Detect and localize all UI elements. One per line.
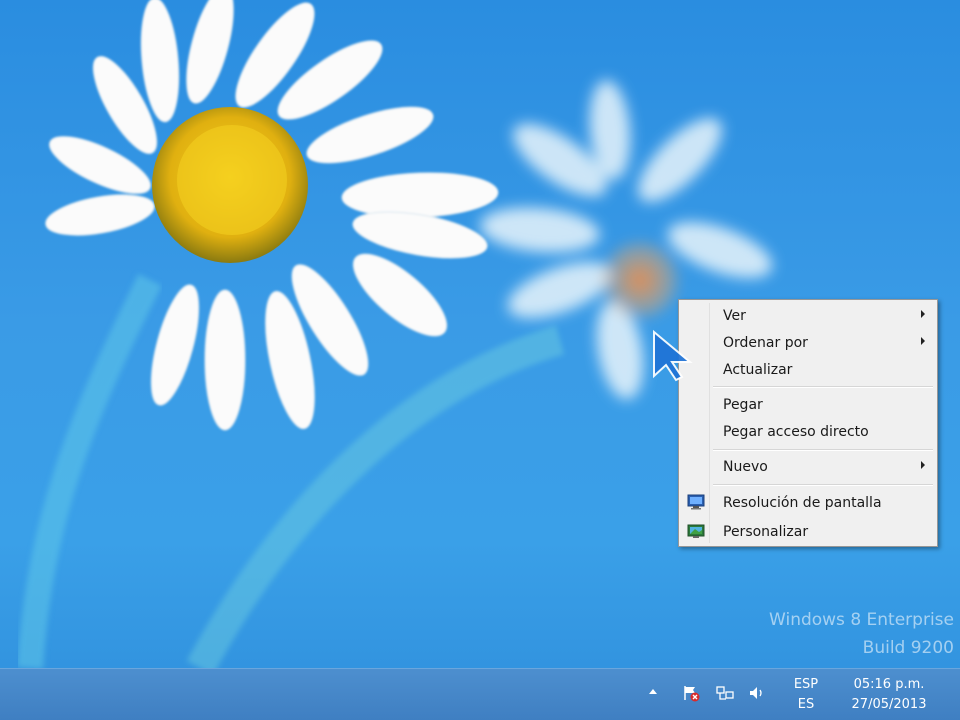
menu-item-label: Pegar bbox=[723, 397, 763, 413]
submenu-arrow-icon bbox=[921, 310, 925, 318]
desktop-context-menu: Ver Ordenar por Actualizar Pegar Pegar a… bbox=[678, 299, 938, 547]
menu-item-ver[interactable]: Ver bbox=[681, 303, 935, 329]
submenu-arrow-icon bbox=[921, 337, 925, 345]
language-code: ESP bbox=[793, 677, 819, 692]
menu-item-pegar-acceso-directo[interactable]: Pegar acceso directo bbox=[681, 419, 935, 445]
clock-time: 05:16 p.m. bbox=[853, 677, 925, 692]
menu-item-label: Ver bbox=[723, 308, 746, 324]
keyboard-layout-code: ES bbox=[797, 697, 815, 712]
display-icon bbox=[687, 494, 705, 510]
menu-item-label: Nuevo bbox=[723, 459, 768, 475]
action-center-flag-icon[interactable] bbox=[681, 683, 701, 703]
personalize-icon bbox=[687, 523, 705, 539]
network-icon[interactable] bbox=[715, 683, 735, 703]
menu-item-label: Ordenar por bbox=[723, 335, 808, 351]
clock-date: 27/05/2013 bbox=[851, 697, 927, 712]
menu-item-personalizar[interactable]: Personalizar bbox=[681, 519, 935, 545]
volume-icon[interactable] bbox=[747, 683, 767, 703]
show-hidden-icons-chevron-icon[interactable] bbox=[649, 689, 657, 694]
taskbar: ESP ES 05:16 p.m. 27/05/2013 bbox=[0, 668, 960, 720]
menu-separator bbox=[713, 449, 933, 451]
menu-item-label: Resolución de pantalla bbox=[723, 495, 882, 511]
menu-item-label: Actualizar bbox=[723, 362, 793, 378]
menu-item-actualizar[interactable]: Actualizar bbox=[681, 357, 935, 383]
mouse-pointer-icon bbox=[650, 328, 710, 393]
menu-item-nuevo[interactable]: Nuevo bbox=[681, 454, 935, 480]
menu-item-pegar[interactable]: Pegar bbox=[681, 392, 935, 418]
windows-edition-watermark: Windows 8 Enterprise Build 9200 bbox=[769, 606, 954, 662]
menu-item-label: Pegar acceso directo bbox=[723, 424, 869, 440]
menu-separator bbox=[713, 484, 933, 486]
menu-separator bbox=[713, 386, 933, 388]
menu-item-ordenar-por[interactable]: Ordenar por bbox=[681, 330, 935, 356]
watermark-build: Build 9200 bbox=[862, 638, 954, 658]
menu-item-resolucion-de-pantalla[interactable]: Resolución de pantalla bbox=[681, 490, 935, 516]
watermark-edition: Windows 8 Enterprise bbox=[769, 610, 954, 630]
input-language-indicator[interactable]: ESP ES bbox=[786, 675, 826, 715]
menu-item-label: Personalizar bbox=[723, 524, 809, 540]
taskbar-clock[interactable]: 05:16 p.m. 27/05/2013 bbox=[834, 675, 944, 715]
submenu-arrow-icon bbox=[921, 461, 925, 469]
